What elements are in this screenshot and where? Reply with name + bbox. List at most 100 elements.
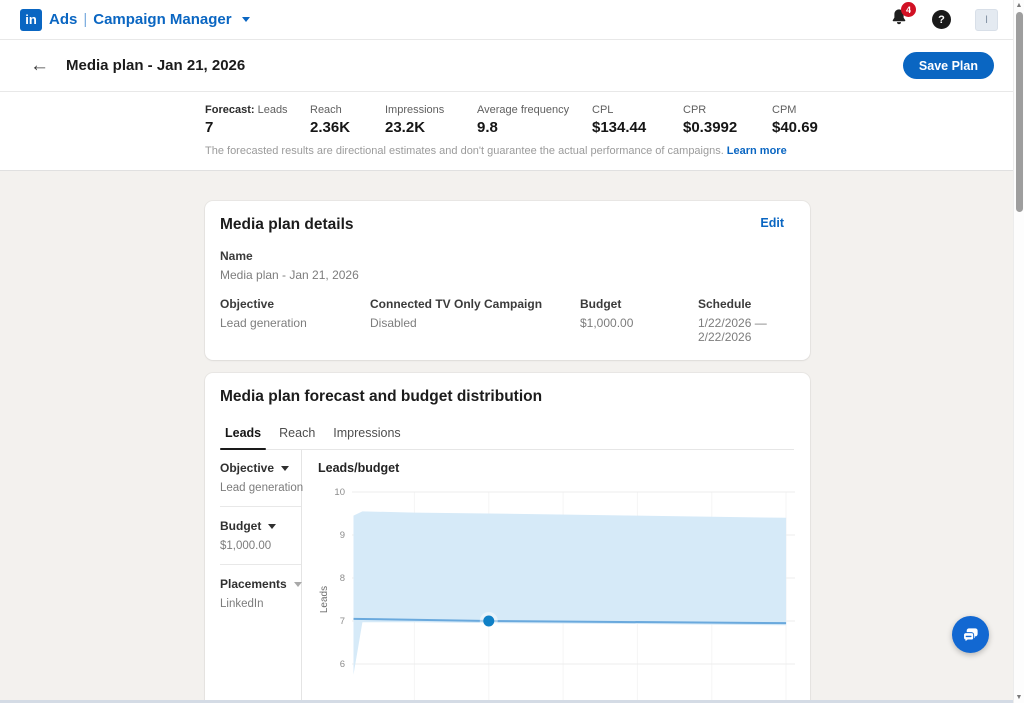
stat-value: $0.3992 bbox=[683, 119, 772, 136]
disclaimer-text: The forecasted results are directional e… bbox=[205, 145, 724, 157]
field-budget: Budget $1,000.00 bbox=[580, 297, 698, 344]
filter-label: Objective bbox=[220, 461, 274, 475]
leads-budget-chart[interactable]: 5001K1.5K2K2.5K3K1098765BudgetLeads bbox=[318, 480, 800, 703]
tab-impressions[interactable]: Impressions bbox=[328, 420, 405, 449]
stat-value: $134.44 bbox=[592, 119, 683, 136]
field-label: Connected TV Only Campaign bbox=[370, 297, 580, 311]
chat-bubbles-icon bbox=[961, 625, 980, 644]
tab-leads[interactable]: Leads bbox=[220, 420, 266, 449]
metric-tabs: Leads Reach Impressions bbox=[220, 420, 794, 450]
filter-label: Budget bbox=[220, 519, 261, 533]
topbar-actions: 4 ? I bbox=[890, 8, 998, 31]
filter-dropdown-objective[interactable]: Objective bbox=[220, 461, 295, 475]
page-content: Media plan details Edit Name Media plan … bbox=[0, 171, 1024, 703]
page-title-bar: ← Media plan - Jan 21, 2026 Save Plan bbox=[0, 40, 1024, 92]
chevron-down-icon bbox=[242, 17, 250, 22]
svg-text:6: 6 bbox=[340, 659, 345, 670]
stat-impressions: Impressions 23.2K bbox=[385, 104, 477, 136]
stat-label-prefix: Forecast: bbox=[205, 104, 255, 116]
scrollbar-thumb[interactable] bbox=[1016, 12, 1023, 212]
scrollbar-down-arrow-icon[interactable]: ▼ bbox=[1014, 694, 1024, 701]
field-name: Name Media plan - Jan 21, 2026 bbox=[220, 249, 794, 282]
forecast-disclaimer: The forecasted results are directional e… bbox=[205, 145, 1024, 157]
tab-reach[interactable]: Reach bbox=[274, 420, 320, 449]
card-title: Media plan forecast and budget distribut… bbox=[220, 388, 542, 406]
question-mark-icon: ? bbox=[938, 14, 945, 26]
field-label: Objective bbox=[220, 297, 370, 311]
notification-count-badge: 4 bbox=[901, 2, 916, 17]
stat-reach: Reach 2.36K bbox=[310, 104, 385, 136]
stat-label: Reach bbox=[310, 104, 385, 116]
field-value: Media plan - Jan 21, 2026 bbox=[220, 268, 794, 282]
stat-value: 7 bbox=[205, 119, 310, 136]
field-objective: Objective Lead generation bbox=[220, 297, 370, 344]
chevron-down-icon bbox=[281, 466, 289, 471]
stat-cpm: CPM $40.69 bbox=[772, 104, 818, 136]
filter-value: $1,000.00 bbox=[220, 540, 295, 552]
edit-link[interactable]: Edit bbox=[760, 216, 784, 230]
stat-leads: Forecast: Leads 7 bbox=[205, 104, 310, 136]
back-button[interactable]: ← bbox=[30, 56, 49, 75]
avatar[interactable]: I bbox=[975, 9, 998, 31]
stat-cpl: CPL $134.44 bbox=[592, 104, 683, 136]
card-title: Media plan details bbox=[220, 216, 354, 234]
chevron-down-icon bbox=[294, 582, 302, 587]
stat-value: $40.69 bbox=[772, 119, 818, 136]
filter-budget: Budget $1,000.00 bbox=[220, 506, 301, 564]
stat-value: 23.2K bbox=[385, 119, 477, 136]
product-name: Ads bbox=[49, 11, 77, 28]
filter-dropdown-placements[interactable]: Placements bbox=[220, 577, 295, 591]
stat-label: Average frequency bbox=[477, 104, 592, 116]
page-title: Media plan - Jan 21, 2026 bbox=[66, 57, 245, 74]
save-plan-button[interactable]: Save Plan bbox=[903, 52, 994, 79]
field-value: Lead generation bbox=[220, 316, 370, 330]
filter-value: LinkedIn bbox=[220, 598, 295, 610]
chevron-down-icon bbox=[268, 524, 276, 529]
stat-label: Impressions bbox=[385, 104, 477, 116]
chart-title: Leads/budget bbox=[318, 461, 800, 475]
learn-more-link[interactable]: Learn more bbox=[727, 145, 787, 157]
forecast-distribution-card: Media plan forecast and budget distribut… bbox=[205, 373, 810, 703]
forecast-summary-bar: Forecast: Leads 7 Reach 2.36K Impression… bbox=[0, 92, 1024, 171]
field-schedule: Schedule 1/22/2026 — 2/22/2026 bbox=[698, 297, 794, 344]
details-grid: Objective Lead generation Connected TV O… bbox=[220, 297, 794, 344]
vertical-scrollbar[interactable]: ▲ ▼ bbox=[1013, 0, 1024, 703]
chat-fab-button[interactable] bbox=[952, 616, 989, 653]
svg-text:7: 7 bbox=[340, 616, 345, 627]
stat-cpr: CPR $0.3992 bbox=[683, 104, 772, 136]
filter-value: Lead generation bbox=[220, 482, 295, 494]
forecast-chart-area: Leads/budget 5001K1.5K2K2.5K3K1098765Bud… bbox=[302, 450, 800, 703]
field-value: Disabled bbox=[370, 316, 580, 330]
app-name: Campaign Manager bbox=[93, 11, 231, 28]
filter-dropdown-budget[interactable]: Budget bbox=[220, 519, 295, 533]
forecast-filter-panel: Objective Lead generation Budget $1,000.… bbox=[220, 450, 302, 703]
field-value: $1,000.00 bbox=[580, 316, 698, 330]
help-button[interactable]: ? bbox=[932, 10, 951, 29]
svg-text:10: 10 bbox=[334, 487, 345, 498]
stat-label: Leads bbox=[255, 104, 288, 116]
stat-value: 9.8 bbox=[477, 119, 592, 136]
avatar-initial: I bbox=[985, 14, 988, 26]
filter-objective: Objective Lead generation bbox=[220, 461, 301, 506]
forecast-stats-row: Forecast: Leads 7 Reach 2.36K Impression… bbox=[205, 104, 1024, 136]
scrollbar-up-arrow-icon[interactable]: ▲ bbox=[1014, 2, 1024, 9]
filter-label: Placements bbox=[220, 577, 287, 591]
top-navigation-bar: in Ads | Campaign Manager 4 ? I bbox=[0, 0, 1024, 40]
filter-placements: Placements LinkedIn bbox=[220, 564, 301, 622]
field-connected-tv: Connected TV Only Campaign Disabled bbox=[370, 297, 580, 344]
field-label: Name bbox=[220, 249, 794, 263]
svg-text:9: 9 bbox=[340, 530, 345, 541]
stat-average-frequency: Average frequency 9.8 bbox=[477, 104, 592, 136]
stat-label: CPM bbox=[772, 104, 818, 116]
brand-separator: | bbox=[83, 11, 87, 28]
svg-text:8: 8 bbox=[340, 573, 345, 584]
stat-label: CPR bbox=[683, 104, 772, 116]
svg-text:Leads: Leads bbox=[319, 586, 330, 613]
field-label: Schedule bbox=[698, 297, 794, 311]
notifications-button[interactable]: 4 bbox=[890, 8, 908, 31]
media-plan-details-card: Media plan details Edit Name Media plan … bbox=[205, 201, 810, 360]
field-label: Budget bbox=[580, 297, 698, 311]
stat-value: 2.36K bbox=[310, 119, 385, 136]
linkedin-logo-icon[interactable]: in bbox=[20, 9, 42, 31]
app-brand[interactable]: Ads | Campaign Manager bbox=[49, 11, 250, 28]
